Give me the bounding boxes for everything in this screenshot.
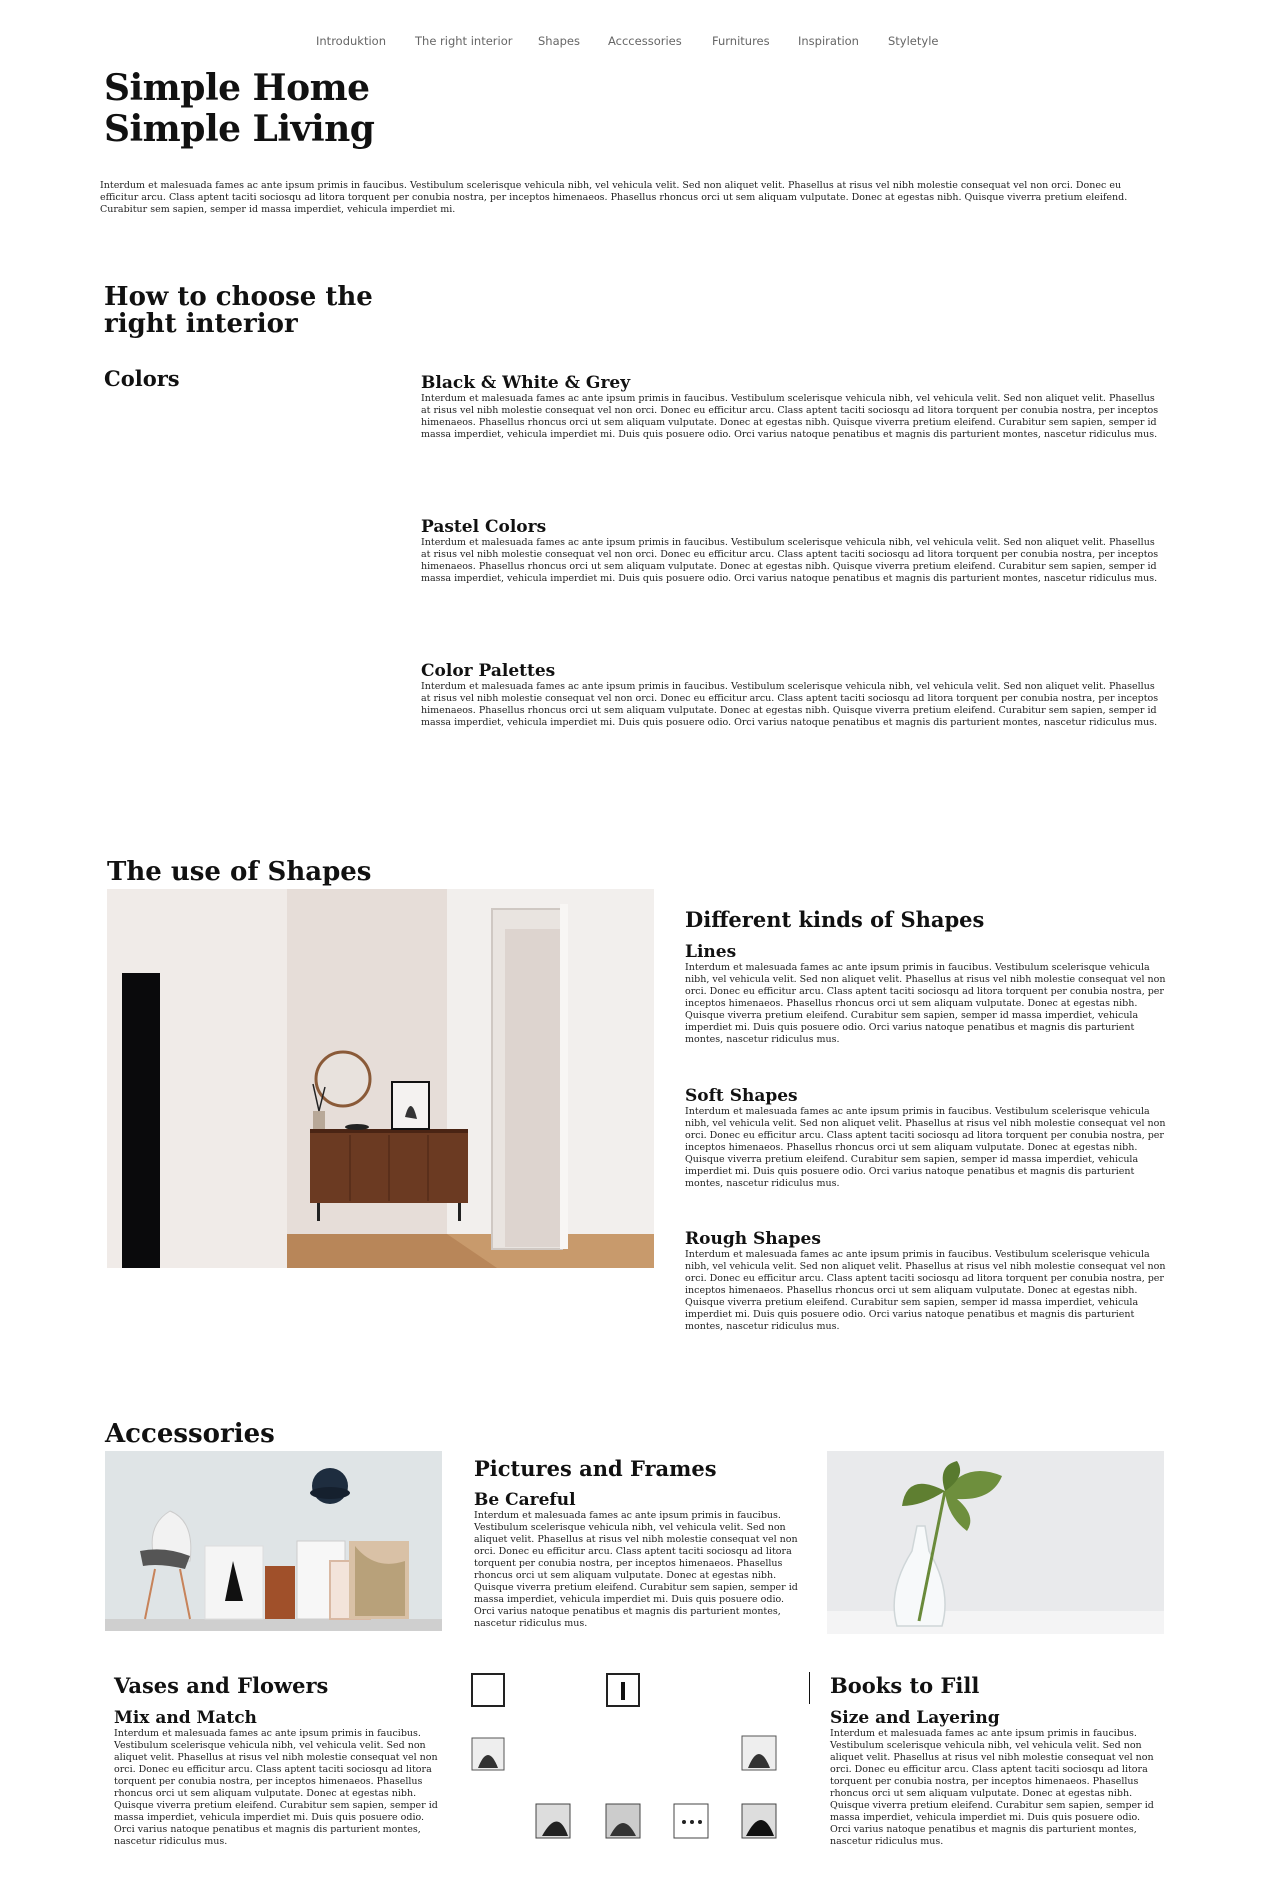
shape-block-title: Rough Shapes — [685, 1229, 821, 1249]
thumbnail-collage-graphic — [471, 1672, 811, 1839]
shapes-title: The use of Shapes — [107, 857, 372, 887]
top-nav: Introduktion The right interior Shapes A… — [0, 34, 1279, 54]
nav-link-furnitures[interactable]: Furnitures — [712, 34, 770, 48]
interior-title-line2: right interior — [104, 309, 298, 339]
thumbnail-collage — [470, 1672, 811, 1872]
books-subtitle: Size and Layering — [830, 1708, 1000, 1728]
nav-link-shapes[interactable]: Shapes — [538, 34, 580, 48]
nav-link-right-interior[interactable]: The right interior — [415, 34, 512, 48]
vases-title: Vases and Flowers — [114, 1673, 329, 1698]
shape-block-rough: Rough Shapes Interdum et malesuada fames… — [685, 1229, 1175, 1333]
interior-title: How to choose the right interior — [104, 284, 373, 338]
nav-link-introduktion[interactable]: Introduktion — [316, 34, 386, 48]
color-block-text: Interdum et malesuada fames ac ante ipsu… — [421, 681, 1159, 728]
color-block-text: Interdum et malesuada fames ac ante ipsu… — [421, 537, 1159, 584]
shape-block-title: Soft Shapes — [685, 1086, 798, 1106]
hero-title-line1: Simple Home — [104, 67, 370, 109]
hero-text: Interdum et malesuada fames ac ante ipsu… — [100, 180, 1128, 215]
color-block-palettes: Color Palettes Interdum et malesuada fam… — [421, 661, 1161, 729]
shape-block-soft: Soft Shapes Interdum et malesuada fames … — [685, 1086, 1175, 1190]
pictures-subtitle: Be Careful — [474, 1490, 576, 1510]
pictures-text: Interdum et malesuada fames ac ante ipsu… — [474, 1510, 798, 1629]
shapes-room-image — [107, 889, 654, 1268]
books-block: Size and Layering Interdum et malesuada … — [830, 1708, 1160, 1848]
color-block-title: Black & White & Grey — [421, 373, 631, 393]
pictures-title: Pictures and Frames — [474, 1456, 717, 1481]
pictures-block: Be Careful Interdum et malesuada fames a… — [474, 1490, 804, 1630]
vases-subtitle: Mix and Match — [114, 1708, 257, 1728]
vase-plant-illustration — [827, 1451, 1164, 1634]
nav-link-accessories[interactable]: Acccessories — [608, 34, 682, 48]
color-block-bw: Black & White & Grey Interdum et malesua… — [421, 373, 1161, 441]
shape-block-lines: Lines Interdum et malesuada fames ac ant… — [685, 942, 1175, 1046]
color-block-pastel: Pastel Colors Interdum et malesuada fame… — [421, 517, 1161, 585]
vases-block: Mix and Match Interdum et malesuada fame… — [114, 1708, 444, 1848]
frames-chair-image — [105, 1451, 442, 1631]
room-illustration — [107, 889, 654, 1268]
shape-block-text: Interdum et malesuada fames ac ante ipsu… — [685, 962, 1166, 1045]
shape-block-text: Interdum et malesuada fames ac ante ipsu… — [685, 1249, 1166, 1332]
accessories-title: Accessories — [105, 1419, 275, 1449]
chair-frames-illustration — [105, 1451, 442, 1631]
shape-block-text: Interdum et malesuada fames ac ante ipsu… — [685, 1106, 1166, 1189]
vase-plant-image — [827, 1451, 1164, 1634]
colors-heading: Colors — [104, 366, 180, 391]
nav-link-inspiration[interactable]: Inspiration — [798, 34, 859, 48]
interior-title-line1: How to choose the — [104, 282, 373, 312]
books-title: Books to Fill — [830, 1673, 980, 1698]
hero-title: Simple Home Simple Living — [104, 67, 375, 150]
vases-text: Interdum et malesuada fames ac ante ipsu… — [114, 1728, 438, 1847]
books-text: Interdum et malesuada fames ac ante ipsu… — [830, 1728, 1154, 1847]
nav-link-styletyle[interactable]: Styletyle — [888, 34, 938, 48]
color-block-title: Color Palettes — [421, 661, 556, 681]
color-block-text: Interdum et malesuada fames ac ante ipsu… — [421, 393, 1159, 440]
hero-title-line2: Simple Living — [104, 108, 375, 150]
shapes-subtitle: Different kinds of Shapes — [685, 907, 985, 932]
shape-block-title: Lines — [685, 942, 737, 962]
color-block-title: Pastel Colors — [421, 517, 547, 537]
